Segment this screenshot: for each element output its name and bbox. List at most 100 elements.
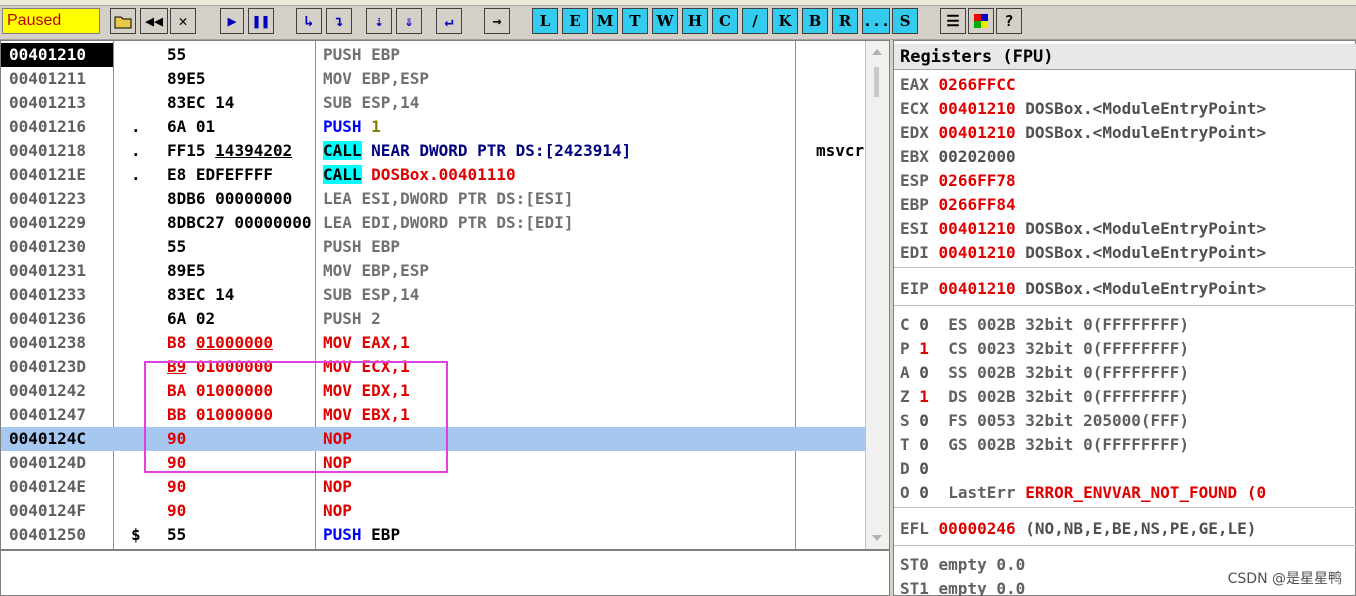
info-pane[interactable]: [0, 550, 890, 596]
flag-row[interactable]: A 0 SS 002B 32bit 0(FFFFFFFF): [900, 361, 1189, 385]
register-efl[interactable]: EFL 00000246 (NO,NB,E,BE,NS,PE,GE,LE): [900, 517, 1256, 541]
disasm-row[interactable]: 00401229 8DBC27 00000000 LEA EDI,DWORD P…: [1, 211, 865, 235]
register-esp[interactable]: ESP 0266FF78: [900, 169, 1016, 193]
scroll-up-arrow-icon[interactable]: [872, 49, 882, 55]
disasm-row[interactable]: 00401211 89E5 MOV EBP,ESP: [1, 67, 865, 91]
separator: [894, 305, 1356, 306]
disasm-row[interactable]: 00401231 89E5 MOV EBP,ESP: [1, 259, 865, 283]
pause-icon[interactable]: ❚❚: [248, 8, 274, 34]
scroll-thumb[interactable]: [874, 67, 879, 97]
register-value: 00401210: [938, 243, 1016, 262]
disassembly-pane[interactable]: 00401210 55 PUSH EBP 00401211 89E5 MOV E…: [0, 40, 890, 550]
register-ebx[interactable]: EBX 00202000: [900, 145, 1016, 169]
disasm-row[interactable]: 0040121E . E8 EDFEFFFF CALL DOSBox.00401…: [1, 163, 865, 187]
threads-window-button[interactable]: T: [622, 8, 648, 34]
disasm-address: 0040124F: [9, 501, 87, 520]
segment-name: FS: [948, 411, 968, 430]
register-edi[interactable]: EDI 00401210 DOSBox.<ModuleEntryPoint>: [900, 241, 1266, 265]
disasm-operand: EBP: [371, 525, 401, 544]
registers-pane[interactable]: Registers (FPU) EAX 0266FFCC ECX 0040121…: [893, 40, 1356, 596]
flag-name: A: [900, 363, 910, 382]
disasm-scrollbar[interactable]: [865, 41, 889, 549]
disasm-operand: NEAR DWORD PTR DS:[2423914]: [371, 141, 632, 160]
run-icon[interactable]: ▶: [220, 8, 244, 34]
register-eip[interactable]: EIP 00401210 DOSBox.<ModuleEntryPoint>: [900, 277, 1266, 301]
trace-into-icon[interactable]: ⇣: [366, 8, 392, 34]
windows-window-button[interactable]: W: [652, 8, 678, 34]
flag-name: P: [900, 339, 910, 358]
disasm-operand: DOSBox.00401110: [371, 165, 516, 184]
register-eax[interactable]: EAX 0266FFCC: [900, 73, 1016, 97]
disasm-instruction: PUSH 2: [323, 309, 381, 328]
register-symbol: DOSBox.<ModuleEntryPoint>: [1025, 123, 1267, 142]
disasm-row[interactable]: 00401223 8DB6 00000000 LEA ESI,DWORD PTR…: [1, 187, 865, 211]
segment-name: DS: [948, 387, 968, 406]
call-stack-window-button[interactable]: K: [772, 8, 798, 34]
fpu-register[interactable]: ST1 empty 0.0: [900, 577, 1025, 596]
flag-row[interactable]: C 0 ES 002B 32bit 0(FFFFFFFF): [900, 313, 1189, 337]
register-ebp[interactable]: EBP 0266FF84: [900, 193, 1016, 217]
fpu-register[interactable]: ST0 empty 0.0: [900, 553, 1025, 577]
segment-selector: 0023: [977, 339, 1016, 358]
disasm-row[interactable]: 00401250 $ 55 PUSH EBP: [1, 523, 865, 547]
disasm-address: 0040124E: [9, 477, 87, 496]
close-icon[interactable]: ✕: [170, 8, 196, 34]
appearance-icon[interactable]: [968, 8, 994, 34]
flag-row[interactable]: T 0 GS 002B 32bit 0(FFFFFFFF): [900, 433, 1189, 457]
source-window-button[interactable]: S: [892, 8, 918, 34]
flag-row[interactable]: O 0 LastErr ERROR_ENVVAR_NOT_FOUND (0: [900, 481, 1266, 505]
flag-row[interactable]: D 0: [900, 457, 929, 481]
disasm-row[interactable]: 00401210 55 PUSH EBP: [1, 43, 865, 67]
register-ecx[interactable]: ECX 00401210 DOSBox.<ModuleEntryPoint>: [900, 97, 1266, 121]
disasm-row[interactable]: 00401216 . 6A 01 PUSH 1: [1, 115, 865, 139]
segment-base: 0(FFFFFFFF): [1083, 363, 1190, 382]
register-esi[interactable]: ESI 00401210 DOSBox.<ModuleEntryPoint>: [900, 217, 1266, 241]
flag-value: 0: [919, 459, 929, 478]
disasm-row[interactable]: 0040124E 90 NOP: [1, 475, 865, 499]
step-over-icon[interactable]: ↴: [326, 8, 352, 34]
restart-icon[interactable]: ◀◀: [140, 8, 168, 34]
go-to-icon[interactable]: →: [484, 8, 510, 34]
disasm-comment: msvcr: [816, 141, 865, 160]
modules-window-button[interactable]: E: [562, 8, 588, 34]
cpu-window-button[interactable]: C: [712, 8, 738, 34]
disasm-row[interactable]: 00401213 83EC 14 SUB ESP,14: [1, 91, 865, 115]
step-into-icon[interactable]: ↳: [296, 8, 322, 34]
disasm-opcode: CALL: [323, 141, 362, 160]
disasm-marker: $: [131, 525, 141, 544]
separator: [894, 507, 1356, 508]
help-button[interactable]: ?: [996, 8, 1022, 34]
run-trace-window-button[interactable]: ...: [862, 8, 890, 34]
disasm-row[interactable]: 00401236 6A 02 PUSH 2: [1, 307, 865, 331]
register-name: EFL: [900, 519, 929, 538]
log-window-button[interactable]: L: [532, 8, 558, 34]
scroll-down-arrow-icon[interactable]: [872, 535, 882, 541]
breakpoints-window-button[interactable]: B: [802, 8, 828, 34]
list-icon[interactable]: ☰: [940, 8, 966, 34]
trace-over-icon[interactable]: ⇓: [396, 8, 422, 34]
handles-window-button[interactable]: H: [682, 8, 708, 34]
disasm-hex: 55: [167, 237, 187, 256]
disasm-row[interactable]: 00401233 83EC 14 SUB ESP,14: [1, 283, 865, 307]
references-window-button[interactable]: R: [832, 8, 858, 34]
flag-row[interactable]: P 1 CS 0023 32bit 0(FFFFFFFF): [900, 337, 1189, 361]
disasm-hex: FF15 14394202: [167, 139, 313, 163]
execute-till-return-icon[interactable]: ↵: [436, 8, 462, 34]
flag-row[interactable]: Z 1 DS 002B 32bit 0(FFFFFFFF): [900, 385, 1189, 409]
disasm-hex: 6A 02: [167, 309, 216, 328]
disasm-row[interactable]: 00401238 B8 01000000 MOV EAX,1: [1, 331, 865, 355]
register-value: 00401210: [938, 279, 1016, 298]
open-folder-icon[interactable]: [110, 8, 136, 34]
disasm-row[interactable]: 00401218 . FF15 14394202 CALL NEAR DWORD…: [1, 139, 865, 163]
registers-title[interactable]: Registers (FPU): [894, 44, 1356, 70]
disasm-row[interactable]: 00401230 55 PUSH EBP: [1, 235, 865, 259]
menu-bar-edge: [0, 0, 1356, 6]
flag-row[interactable]: S 0 FS 0053 32bit 205000(FFF): [900, 409, 1189, 433]
disasm-instruction: MOV EBP,ESP: [323, 261, 429, 280]
register-edx[interactable]: EDX 00401210 DOSBox.<ModuleEntryPoint>: [900, 121, 1266, 145]
patches-window-button[interactable]: /: [742, 8, 768, 34]
annotation-highlight-box: [144, 361, 448, 473]
disasm-row[interactable]: 0040124F 90 NOP: [1, 499, 865, 523]
disasm-hex: 83EC 14: [167, 285, 235, 304]
memory-window-button[interactable]: M: [592, 8, 618, 34]
